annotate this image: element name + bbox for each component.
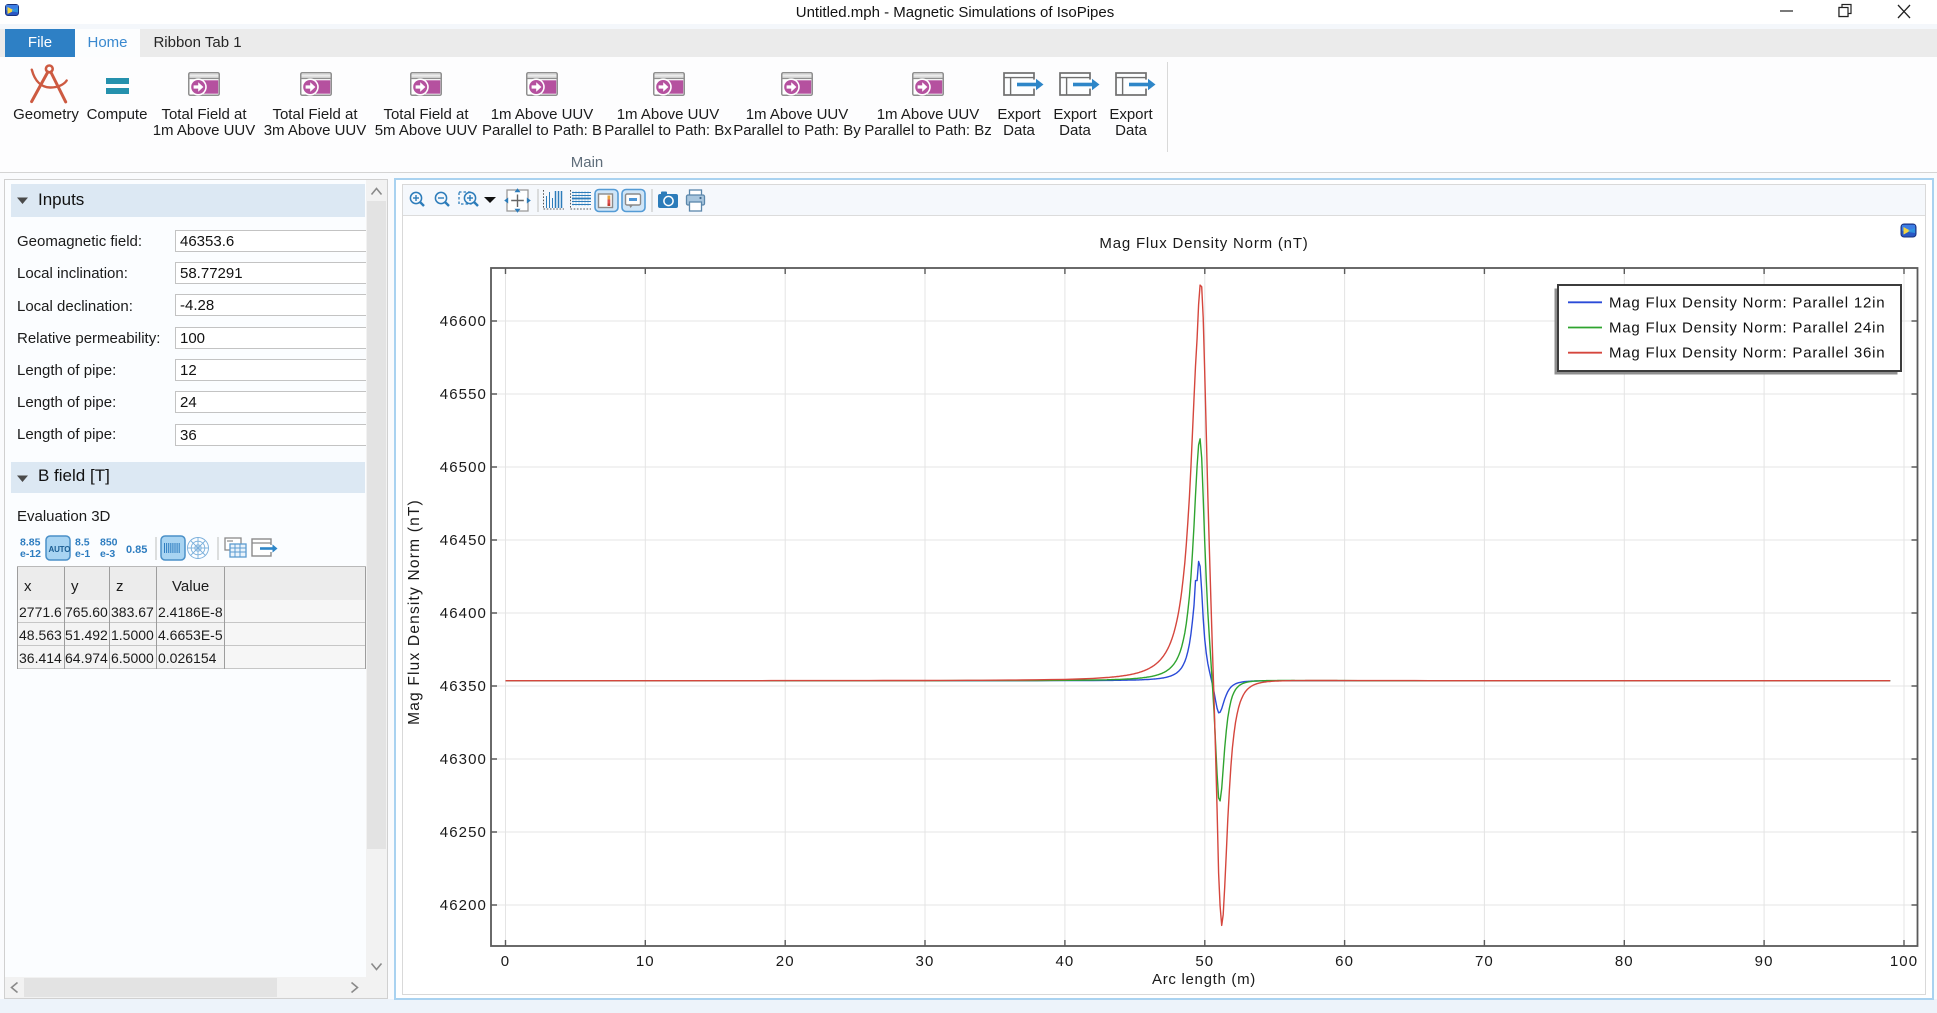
svg-text:46600: 46600 bbox=[440, 313, 487, 330]
svg-text:46550: 46550 bbox=[440, 386, 487, 403]
svg-text:Arc length (m): Arc length (m) bbox=[1152, 971, 1256, 988]
svg-text:e-12: e-12 bbox=[20, 548, 41, 560]
svg-text:e-3: e-3 bbox=[100, 548, 115, 560]
svg-text:46400: 46400 bbox=[440, 605, 487, 622]
svg-text:Mag Flux Density Norm (nT): Mag Flux Density Norm (nT) bbox=[406, 499, 423, 725]
svg-text:8.85: 8.85 bbox=[20, 537, 41, 549]
svg-text:46500: 46500 bbox=[440, 459, 487, 476]
svg-text:30: 30 bbox=[916, 953, 935, 970]
svg-text:70: 70 bbox=[1475, 953, 1494, 970]
svg-text:60: 60 bbox=[1335, 953, 1354, 970]
svg-text:46350: 46350 bbox=[440, 678, 487, 695]
svg-text:AUTO: AUTO bbox=[49, 545, 71, 554]
svg-text:40: 40 bbox=[1055, 953, 1074, 970]
svg-text:8.5: 8.5 bbox=[75, 537, 90, 549]
svg-text:100: 100 bbox=[1890, 953, 1918, 970]
svg-text:80: 80 bbox=[1615, 953, 1634, 970]
svg-text:50: 50 bbox=[1195, 953, 1214, 970]
svg-text:Mag Flux Density Norm: Paralle: Mag Flux Density Norm: Parallel 12in bbox=[1609, 294, 1885, 311]
svg-text:46250: 46250 bbox=[440, 824, 487, 841]
svg-text:46300: 46300 bbox=[440, 751, 487, 768]
svg-text:e-1: e-1 bbox=[75, 548, 90, 560]
svg-text:Mag Flux Density Norm (nT): Mag Flux Density Norm (nT) bbox=[1099, 235, 1308, 252]
svg-text:Mag Flux Density Norm: Paralle: Mag Flux Density Norm: Parallel 24in bbox=[1609, 320, 1885, 337]
svg-text:0: 0 bbox=[501, 953, 510, 970]
svg-text:Mag Flux Density Norm: Paralle: Mag Flux Density Norm: Parallel 36in bbox=[1609, 345, 1885, 362]
svg-text:90: 90 bbox=[1755, 953, 1774, 970]
svg-text:0.85: 0.85 bbox=[126, 544, 147, 556]
svg-text:20: 20 bbox=[776, 953, 795, 970]
svg-text:10: 10 bbox=[636, 953, 655, 970]
svg-text:850: 850 bbox=[100, 537, 118, 549]
svg-text:46450: 46450 bbox=[440, 532, 487, 549]
svg-text:46200: 46200 bbox=[440, 897, 487, 914]
